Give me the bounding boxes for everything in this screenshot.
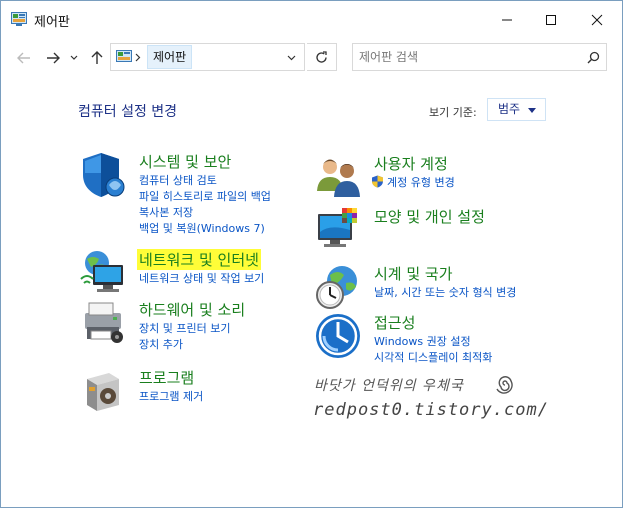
programs-box-icon[interactable]: [79, 367, 127, 415]
category-links: Windows 권장 설정 시각적 디스플레이 최적화: [374, 334, 492, 366]
clock-globe-icon[interactable]: [314, 263, 362, 311]
category-links: 컴퓨터 상태 검토 파일 히스토리로 파일의 백업 복사본 저장 백업 및 복원…: [139, 173, 271, 237]
link-change-account-type[interactable]: 계정 유형 변경: [371, 175, 455, 191]
recent-locations-button[interactable]: [67, 48, 81, 68]
category-title[interactable]: 접근성: [374, 312, 415, 333]
link-review-computer-status[interactable]: 컴퓨터 상태 검토: [139, 173, 271, 189]
back-button[interactable]: [14, 48, 34, 68]
ease-of-access-icon[interactable]: [314, 312, 362, 360]
category-title[interactable]: 모양 및 개인 설정: [374, 206, 485, 227]
category-title[interactable]: 프로그램: [139, 367, 194, 388]
link-change-date-time-format[interactable]: 날짜, 시간 또는 숫자 형식 변경: [374, 285, 516, 301]
category-links: 날짜, 시간 또는 숫자 형식 변경: [374, 285, 516, 301]
display-personalization-icon[interactable]: [314, 206, 362, 254]
network-globe-icon[interactable]: [79, 249, 127, 297]
control-panel-window: 제어판 제어판 제어판 검색 컴퓨터 설정 변경 보기 기준: 범주 시스템 및…: [0, 0, 623, 508]
page-title: 컴퓨터 설정 변경: [78, 104, 178, 120]
address-bar[interactable]: 제어판: [110, 43, 305, 71]
view-by-value: 범주: [498, 102, 521, 116]
chevron-down-icon[interactable]: [287, 55, 296, 61]
chevron-down-icon: [528, 108, 536, 113]
chevron-down-icon: [70, 55, 78, 60]
arrow-right-icon: [47, 52, 60, 64]
control-panel-icon: [11, 12, 27, 26]
category-links: 계정 유형 변경: [371, 175, 455, 191]
swirl-logo-icon: [496, 376, 513, 394]
arrow-left-icon: [17, 52, 30, 64]
refresh-icon: [316, 50, 327, 63]
close-icon: [591, 14, 603, 26]
uac-shield-icon: [372, 175, 383, 188]
arrow-up-icon: [91, 51, 103, 64]
search-icon[interactable]: [587, 51, 600, 64]
control-panel-icon: [116, 50, 132, 62]
forward-button[interactable]: [43, 48, 63, 68]
search-input[interactable]: [359, 48, 579, 66]
category-links: 프로그램 제거: [139, 389, 203, 405]
minimize-button[interactable]: [484, 1, 530, 39]
link-devices-printers[interactable]: 장치 및 프린터 보기: [139, 321, 230, 337]
breadcrumb-control-panel[interactable]: 제어판: [147, 45, 193, 69]
close-button[interactable]: [574, 1, 620, 39]
view-by-label: 보기 기준:: [429, 106, 477, 119]
minimize-icon: [502, 19, 512, 21]
security-shield-icon[interactable]: [79, 151, 127, 199]
refresh-button[interactable]: [307, 43, 337, 71]
navigation-bar: 제어판: [1, 39, 622, 77]
link-network-status[interactable]: 네트워크 상태 및 작업 보기: [139, 271, 264, 287]
link-windows-recommended-settings[interactable]: Windows 권장 설정: [374, 334, 492, 350]
title-bar: 제어판: [1, 1, 622, 39]
link-add-device[interactable]: 장치 추가: [139, 337, 230, 353]
category-title[interactable]: 시스템 및 보안: [139, 151, 231, 172]
category-title[interactable]: 네트워크 및 인터넷: [137, 249, 261, 270]
link-optimize-visual-display[interactable]: 시각적 디스플레이 최적화: [374, 350, 492, 366]
up-button[interactable]: [87, 48, 107, 68]
link-backup-restore[interactable]: 백업 및 복원(Windows 7): [139, 221, 271, 237]
chevron-right-icon: [135, 53, 141, 62]
link-uninstall-program[interactable]: 프로그램 제거: [139, 389, 203, 405]
link-file-history-backup[interactable]: 파일 히스토리로 파일의 백업: [139, 189, 271, 205]
link-file-history-backup-cont[interactable]: 복사본 저장: [139, 205, 271, 221]
category-title[interactable]: 하드웨어 및 소리: [139, 299, 245, 320]
printer-icon[interactable]: [79, 299, 127, 347]
search-box[interactable]: [352, 43, 607, 71]
category-title[interactable]: 사용자 계정: [374, 153, 448, 174]
user-accounts-icon[interactable]: [314, 153, 362, 201]
category-links: 네트워크 상태 및 작업 보기: [139, 271, 264, 287]
view-by-dropdown[interactable]: 범주: [487, 98, 546, 121]
watermark-blog-name: 바닷가 언덕위의 우체국: [314, 378, 464, 394]
watermark-blog-url: redpost0.tistory.com/: [313, 400, 549, 420]
window-title: 제어판: [34, 15, 70, 30]
category-links: 장치 및 프린터 보기 장치 추가: [139, 321, 230, 353]
maximize-button[interactable]: [528, 1, 574, 39]
category-title[interactable]: 시계 및 국가: [374, 263, 453, 284]
link-change-account-type-label: 계정 유형 변경: [387, 176, 455, 189]
maximize-icon: [546, 15, 556, 25]
